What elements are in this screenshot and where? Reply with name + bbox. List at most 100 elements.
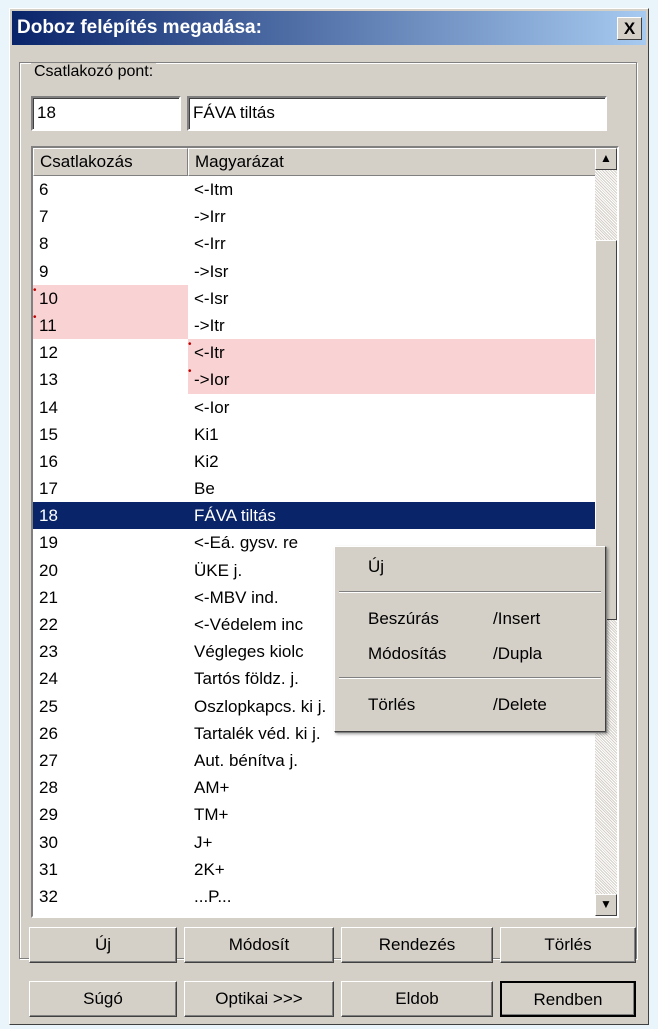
cell-explanation: <-Isr	[194, 288, 229, 308]
cell-connection: 23	[39, 642, 58, 662]
context-menu: Új Beszúrás /Insert Módosítás /Dupla Tör…	[334, 546, 606, 732]
scroll-down-icon[interactable]: ▼	[595, 894, 617, 916]
table-row[interactable]: 29 TM+	[33, 801, 601, 828]
cell-explanation: FÁVA tiltás	[194, 506, 276, 526]
change-marker-icon: •	[33, 284, 37, 296]
cell-connection: 8	[39, 234, 49, 254]
delete-button[interactable]: Törlés	[500, 927, 636, 963]
cell-connection: 19	[39, 533, 58, 553]
cell-connection: 22	[39, 615, 58, 634]
cell-connection: 28	[39, 778, 58, 798]
menu-item-delete[interactable]: Törlés	[368, 695, 415, 715]
cell-explanation: ...P...	[194, 886, 232, 906]
cell-connection: 12	[39, 343, 58, 363]
table-row[interactable]: • 10 <-Isr	[33, 284, 601, 312]
table-row[interactable]: 31 2K+	[33, 856, 601, 883]
cell-explanation: Aut. bénítva j.	[194, 750, 298, 770]
menu-separator	[339, 591, 601, 593]
sort-button[interactable]: Rendezés	[341, 927, 493, 963]
table-row[interactable]: 6 <-Itm	[33, 176, 601, 203]
cell-explanation: • <-Itr	[188, 339, 601, 367]
table-row[interactable]: • 11 ->Itr	[33, 311, 601, 340]
table-row[interactable]: 16 Ki2	[33, 448, 601, 475]
cell-connection: 17	[39, 479, 58, 499]
table-row[interactable]: 15 Ki1	[33, 421, 601, 448]
cell-explanation: <-Ior	[194, 397, 230, 417]
table-row[interactable]: 12 • <-Itr	[33, 339, 601, 367]
discard-button[interactable]: Eldob	[341, 981, 493, 1017]
cell-connection: 27	[39, 750, 58, 770]
scroll-up-icon[interactable]: ▲	[595, 148, 617, 170]
cell-explanation: Ki2	[194, 451, 219, 471]
cell-connection: 16	[39, 451, 58, 471]
group-label: Csatlakozó pont:	[31, 63, 157, 81]
table-row[interactable]: 14 <-Ior	[33, 394, 601, 421]
table-row[interactable]: 28 AM+	[33, 774, 601, 801]
cell-explanation: 2K+	[194, 859, 225, 879]
cell-explanation: ->Itr	[194, 315, 225, 335]
cell-explanation: AM+	[194, 778, 230, 798]
cell-explanation: <-Itm	[194, 180, 234, 199]
cell-explanation: Ki1	[194, 424, 219, 444]
menu-item-insert-shortcut: /Insert	[493, 609, 541, 628]
cell-explanation: ->Irr	[194, 207, 226, 227]
close-icon[interactable]: X	[617, 17, 642, 40]
table-row[interactable]: 32 ...P...	[33, 883, 601, 910]
change-marker-icon: •	[188, 366, 192, 378]
table-row[interactable]: 17 Be	[33, 475, 601, 502]
menu-item-modify-shortcut: /Dupla	[493, 644, 543, 663]
change-marker-icon: •	[33, 311, 37, 323]
table-row[interactable]: 18 FÁVA tiltás	[33, 502, 601, 530]
table-row[interactable]: 27 Aut. bénítva j.	[33, 747, 601, 774]
optical-button[interactable]: Optikai >>>	[184, 981, 334, 1017]
cell-explanation: • ->Ior	[188, 366, 601, 394]
cell-connection: 20	[39, 560, 58, 580]
cell-connection: 7	[39, 207, 49, 227]
ok-button[interactable]: Rendben	[500, 981, 636, 1017]
cell-connection: 29	[39, 805, 58, 825]
cell-connection: • 10	[33, 284, 188, 312]
table-row[interactable]: 13 • ->Ior	[33, 366, 601, 394]
cell-explanation: Be	[194, 479, 215, 499]
cell-connection: • 11	[33, 311, 188, 340]
menu-item-new[interactable]: Új	[368, 557, 384, 577]
cell-connection: 31	[39, 859, 58, 879]
modify-button[interactable]: Módosít	[184, 927, 334, 963]
table-row[interactable]: 8 <-Irr	[33, 230, 601, 257]
cell-connection: 24	[39, 669, 58, 689]
connection-number-field[interactable]: 18	[31, 96, 181, 131]
cell-connection: 21	[39, 587, 58, 607]
cell-connection: 26	[39, 723, 58, 743]
cell-explanation: ->Isr	[194, 261, 229, 281]
menu-separator	[339, 677, 601, 679]
column-header-connection[interactable]: Csatlakozás	[33, 148, 188, 176]
vertical-scrollbar[interactable]: ▲ ▼	[595, 148, 617, 916]
column-header-explanation[interactable]: Magyarázat	[188, 148, 601, 176]
help-button[interactable]: Súgó	[29, 981, 177, 1017]
window-title: Doboz felépítés megadása:	[17, 17, 262, 38]
table-row[interactable]: 9 ->Isr	[33, 258, 601, 285]
table-row[interactable]: 7 ->Irr	[33, 203, 601, 230]
cell-connection: 32	[39, 886, 58, 906]
list-rows: 6 <-Itm 7 ->Irr 8 <-Irr 9 ->Isr • 10 <-Isr • 11 ->Itr…	[33, 176, 601, 910]
cell-connection: 15	[39, 424, 58, 444]
new-button[interactable]: Új	[29, 927, 177, 963]
cell-explanation: <-Irr	[194, 234, 226, 254]
table-row[interactable]: 30 J+	[33, 829, 601, 856]
cell-connection: 18	[39, 506, 58, 526]
menu-item-insert[interactable]: Beszúrás	[368, 609, 439, 629]
menu-item-delete-shortcut: /Delete	[493, 695, 547, 714]
cell-explanation: TM+	[194, 805, 229, 825]
cell-connection: 25	[39, 696, 58, 716]
cell-connection: 13	[39, 370, 58, 390]
connection-list[interactable]: Csatlakozás Magyarázat 6 <-Itm 7 ->Irr 8 <-Ir…	[31, 146, 619, 918]
change-marker-icon: •	[188, 339, 192, 351]
cell-connection: 14	[39, 397, 58, 417]
connection-description-field[interactable]: FÁVA tiltás	[187, 96, 607, 131]
menu-item-modify[interactable]: Módosítás	[368, 644, 446, 664]
cell-connection: 6	[39, 180, 49, 199]
cell-connection: 9	[39, 261, 49, 281]
cell-explanation: J+	[194, 832, 213, 852]
title-bar: Doboz felépítés megadása: X	[12, 11, 646, 45]
cell-connection: 30	[39, 832, 58, 852]
